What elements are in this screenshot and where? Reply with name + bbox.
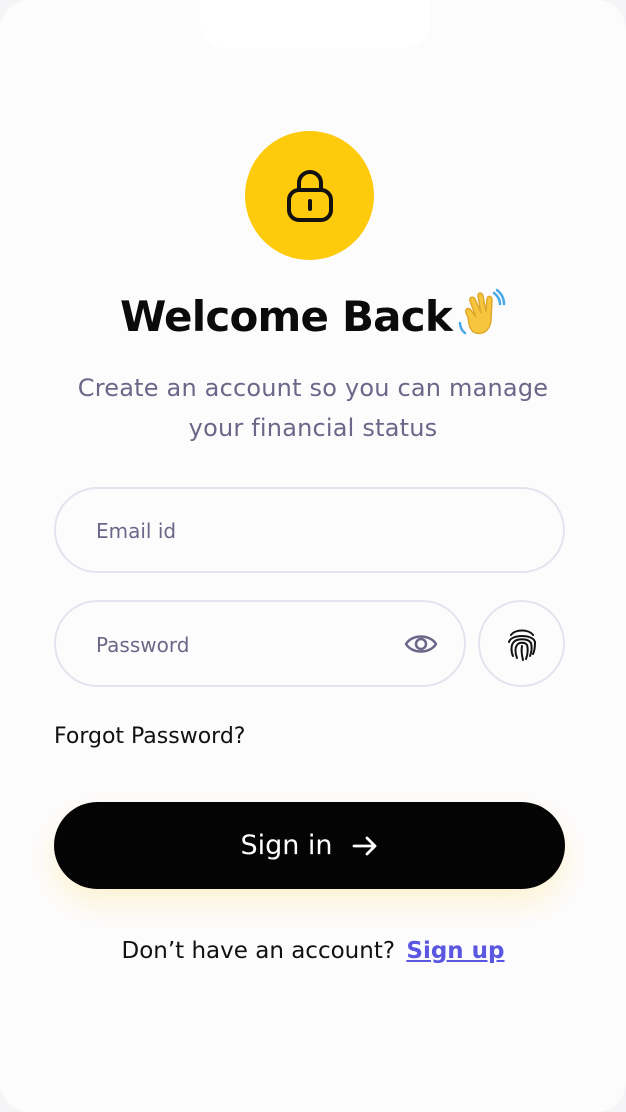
login-screen: Welcome Back Create an account so you ca… xyxy=(0,0,626,1112)
sign-in-button[interactable]: Sign in xyxy=(54,802,565,889)
email-input[interactable] xyxy=(94,489,453,573)
subtitle-line-1: Create an account so you can manage xyxy=(77,374,549,402)
page-title: Welcome Back xyxy=(120,292,453,341)
fingerprint-button[interactable] xyxy=(478,600,565,687)
lock-badge xyxy=(245,131,374,260)
arrow-right-icon xyxy=(352,836,376,855)
lock-icon xyxy=(286,169,333,222)
eye-icon[interactable] xyxy=(404,629,438,659)
subtitle-line-2: your financial status xyxy=(188,414,438,442)
fingerprint-icon xyxy=(507,629,536,661)
email-field[interactable] xyxy=(54,487,565,573)
signup-prompt: Don’t have an account? xyxy=(121,938,396,964)
sign-in-label: Sign in xyxy=(240,830,333,861)
password-field[interactable] xyxy=(54,600,466,687)
title-row: Welcome Back xyxy=(0,288,626,341)
signup-row: Don’t have an account? Sign up xyxy=(0,938,626,964)
subtitle: Create an account so you can manage your… xyxy=(40,368,586,448)
status-bar-area xyxy=(200,0,430,48)
password-input[interactable] xyxy=(94,602,384,687)
waving-hand-icon xyxy=(458,288,506,334)
forgot-password-link[interactable]: Forgot Password? xyxy=(54,724,245,749)
sign-up-link[interactable]: Sign up xyxy=(406,938,504,964)
